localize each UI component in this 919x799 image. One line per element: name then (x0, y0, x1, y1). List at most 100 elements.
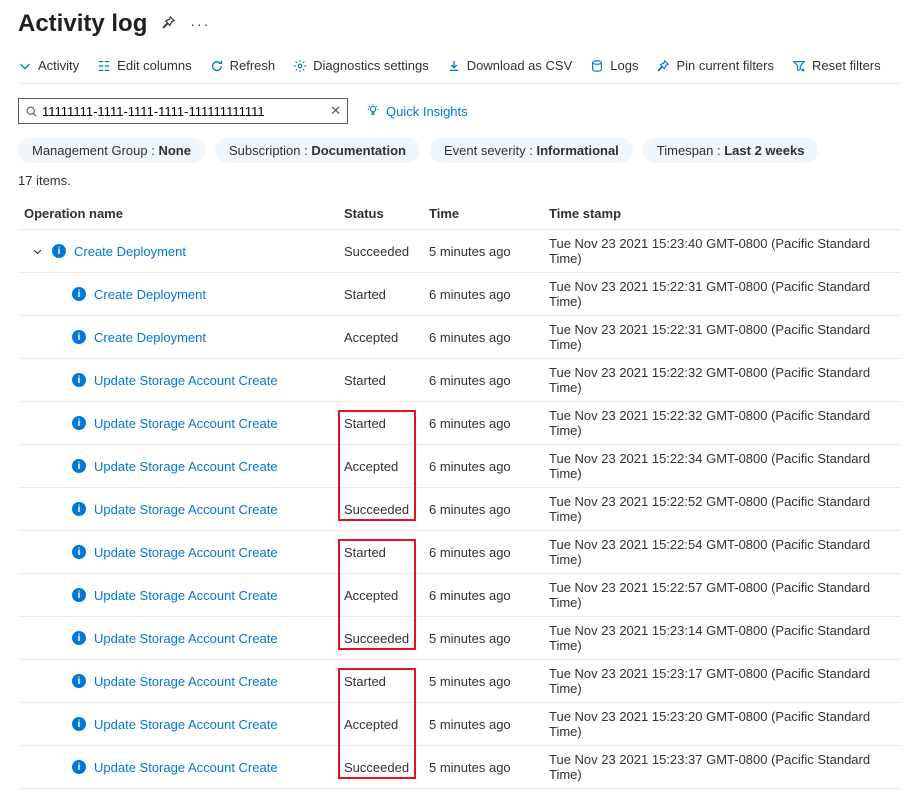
reset-filter-icon (792, 59, 806, 73)
status-text: Started (344, 416, 386, 431)
pill-label: Management Group : (32, 143, 158, 158)
reset-filters-button[interactable]: Reset filters (792, 58, 881, 73)
timestamp-text: Tue Nov 23 2021 15:22:52 GMT-0800 (Pacif… (543, 488, 901, 531)
operation-link[interactable]: Update Storage Account Create (94, 545, 278, 560)
refresh-button[interactable]: Refresh (210, 58, 276, 73)
toolbar-label: Diagnostics settings (313, 58, 429, 73)
info-icon: i (72, 459, 86, 473)
search-input[interactable] (42, 104, 330, 119)
table-row[interactable]: i Update Storage Account Create Accepted 6 … (18, 574, 901, 617)
filter-pill[interactable]: Timespan : Last 2 weeks (643, 138, 819, 163)
table-row[interactable]: iUpdate Storage Account CreateSucceeded6… (18, 488, 901, 531)
operation-link[interactable]: Create Deployment (94, 330, 206, 345)
table-row[interactable]: iCreate DeploymentStarted6 minutes agoTu… (18, 273, 901, 316)
table-row[interactable]: i Update Storage Account Create Started 6 m… (18, 402, 901, 445)
operation-link[interactable]: Update Storage Account Create (94, 588, 278, 603)
operation-link[interactable]: Update Storage Account Create (94, 674, 278, 689)
pin-icon[interactable] (161, 15, 176, 33)
info-icon: i (72, 631, 86, 645)
search-box[interactable]: ✕ (18, 98, 348, 124)
info-icon: i (72, 287, 86, 301)
timestamp-text: Tue Nov 23 2021 15:23:14 GMT-0800 (Pacif… (543, 617, 901, 660)
timestamp-text: Tue Nov 23 2021 15:22:32 GMT-0800 (Pacif… (543, 359, 901, 402)
pill-value: Last 2 weeks (724, 143, 804, 158)
info-icon: i (72, 330, 86, 344)
pin-filters-button[interactable]: Pin current filters (656, 58, 774, 73)
operation-link[interactable]: Create Deployment (94, 287, 206, 302)
time-text: 5 minutes ago (423, 660, 543, 703)
col-operation[interactable]: Operation name (18, 198, 338, 230)
operation-link[interactable]: Update Storage Account Create (94, 502, 278, 517)
operation-link[interactable]: Update Storage Account Create (94, 373, 278, 388)
operation-link[interactable]: Update Storage Account Create (94, 416, 278, 431)
time-text: 6 minutes ago (423, 531, 543, 574)
item-count: 17 items. (18, 173, 901, 188)
info-icon: i (72, 416, 86, 430)
time-text: 6 minutes ago (423, 316, 543, 359)
status-text: Succeeded (344, 502, 409, 517)
pill-value: None (158, 143, 191, 158)
clear-icon[interactable]: ✕ (330, 103, 341, 119)
logs-icon (590, 59, 604, 73)
col-timestamp[interactable]: Time stamp (543, 198, 901, 230)
chevron-down-icon (18, 59, 32, 73)
operation-link[interactable]: Update Storage Account Create (94, 717, 278, 732)
download-icon (447, 59, 461, 73)
table-row[interactable]: iUpdate Storage Account CreateAccepted6 … (18, 445, 901, 488)
time-text: 6 minutes ago (423, 574, 543, 617)
table-row[interactable]: i Create Deployment Accepted 6 minutes agoT… (18, 316, 901, 359)
table-row[interactable]: iUpdate Storage Account CreateAccepted5 … (18, 703, 901, 746)
more-icon[interactable]: ··· (190, 16, 210, 32)
time-text: 6 minutes ago (423, 273, 543, 316)
status-text: Accepted (344, 717, 398, 732)
operation-link[interactable]: Create Deployment (74, 244, 186, 259)
edit-columns-button[interactable]: Edit columns (97, 58, 191, 73)
timestamp-text: Tue Nov 23 2021 15:23:17 GMT-0800 (Pacif… (543, 660, 901, 703)
table-row[interactable]: iCreate DeploymentSucceeded5 minutes ago… (18, 230, 901, 273)
pill-label: Event severity : (444, 143, 536, 158)
toolbar-label: Download as CSV (467, 58, 573, 73)
gear-icon (293, 59, 307, 73)
timestamp-text: Tue Nov 23 2021 15:22:32 GMT-0800 (Pacif… (543, 402, 901, 445)
time-text: 5 minutes ago (423, 746, 543, 789)
table-row[interactable]: iUpdate Storage Account CreateStarted6 m… (18, 531, 901, 574)
filter-pill[interactable]: Event severity : Informational (430, 138, 633, 163)
chevron-down-icon[interactable] (32, 246, 44, 257)
info-icon: i (72, 502, 86, 516)
col-time[interactable]: Time (423, 198, 543, 230)
operation-link[interactable]: Update Storage Account Create (94, 459, 278, 474)
logs-button[interactable]: Logs (590, 58, 638, 73)
pill-value: Informational (536, 143, 618, 158)
download-button[interactable]: Download as CSV (447, 58, 573, 73)
toolbar-label: Reset filters (812, 58, 881, 73)
filter-pill[interactable]: Management Group : None (18, 138, 205, 163)
toolbar: Activity Edit columns Refresh Diagnostic… (18, 58, 901, 84)
status-text: Accepted (344, 459, 398, 474)
status-text: Started (344, 373, 386, 388)
timestamp-text: Tue Nov 23 2021 15:22:31 GMT-0800 (Pacif… (543, 316, 901, 359)
time-text: 5 minutes ago (423, 230, 543, 273)
status-text: Accepted (344, 330, 398, 345)
lightbulb-icon (366, 103, 380, 120)
time-text: 5 minutes ago (423, 617, 543, 660)
info-icon: i (72, 588, 86, 602)
quick-insights-button[interactable]: Quick Insights (366, 103, 468, 120)
filter-pill[interactable]: Subscription : Documentation (215, 138, 420, 163)
time-text: 6 minutes ago (423, 402, 543, 445)
table-row[interactable]: iUpdate Storage Account CreateSucceeded5… (18, 617, 901, 660)
table-row[interactable]: iUpdate Storage Account CreateSucceeded5… (18, 746, 901, 789)
page-title: Activity log (18, 10, 147, 38)
operation-link[interactable]: Update Storage Account Create (94, 760, 278, 775)
col-status[interactable]: Status (338, 198, 423, 230)
activity-button[interactable]: Activity (18, 58, 79, 73)
table-row[interactable]: iUpdate Storage Account CreateStarted5 m… (18, 660, 901, 703)
table-row[interactable]: iUpdate Storage Account CreateStarted6 m… (18, 359, 901, 402)
timestamp-text: Tue Nov 23 2021 15:23:37 GMT-0800 (Pacif… (543, 746, 901, 789)
info-icon: i (72, 545, 86, 559)
activity-table: Operation name Status Time Time stamp iC… (18, 198, 901, 789)
status-text: Started (344, 287, 386, 302)
diagnostics-button[interactable]: Diagnostics settings (293, 58, 429, 73)
operation-link[interactable]: Update Storage Account Create (94, 631, 278, 646)
status-text: Accepted (344, 588, 398, 603)
toolbar-label: Refresh (230, 58, 276, 73)
